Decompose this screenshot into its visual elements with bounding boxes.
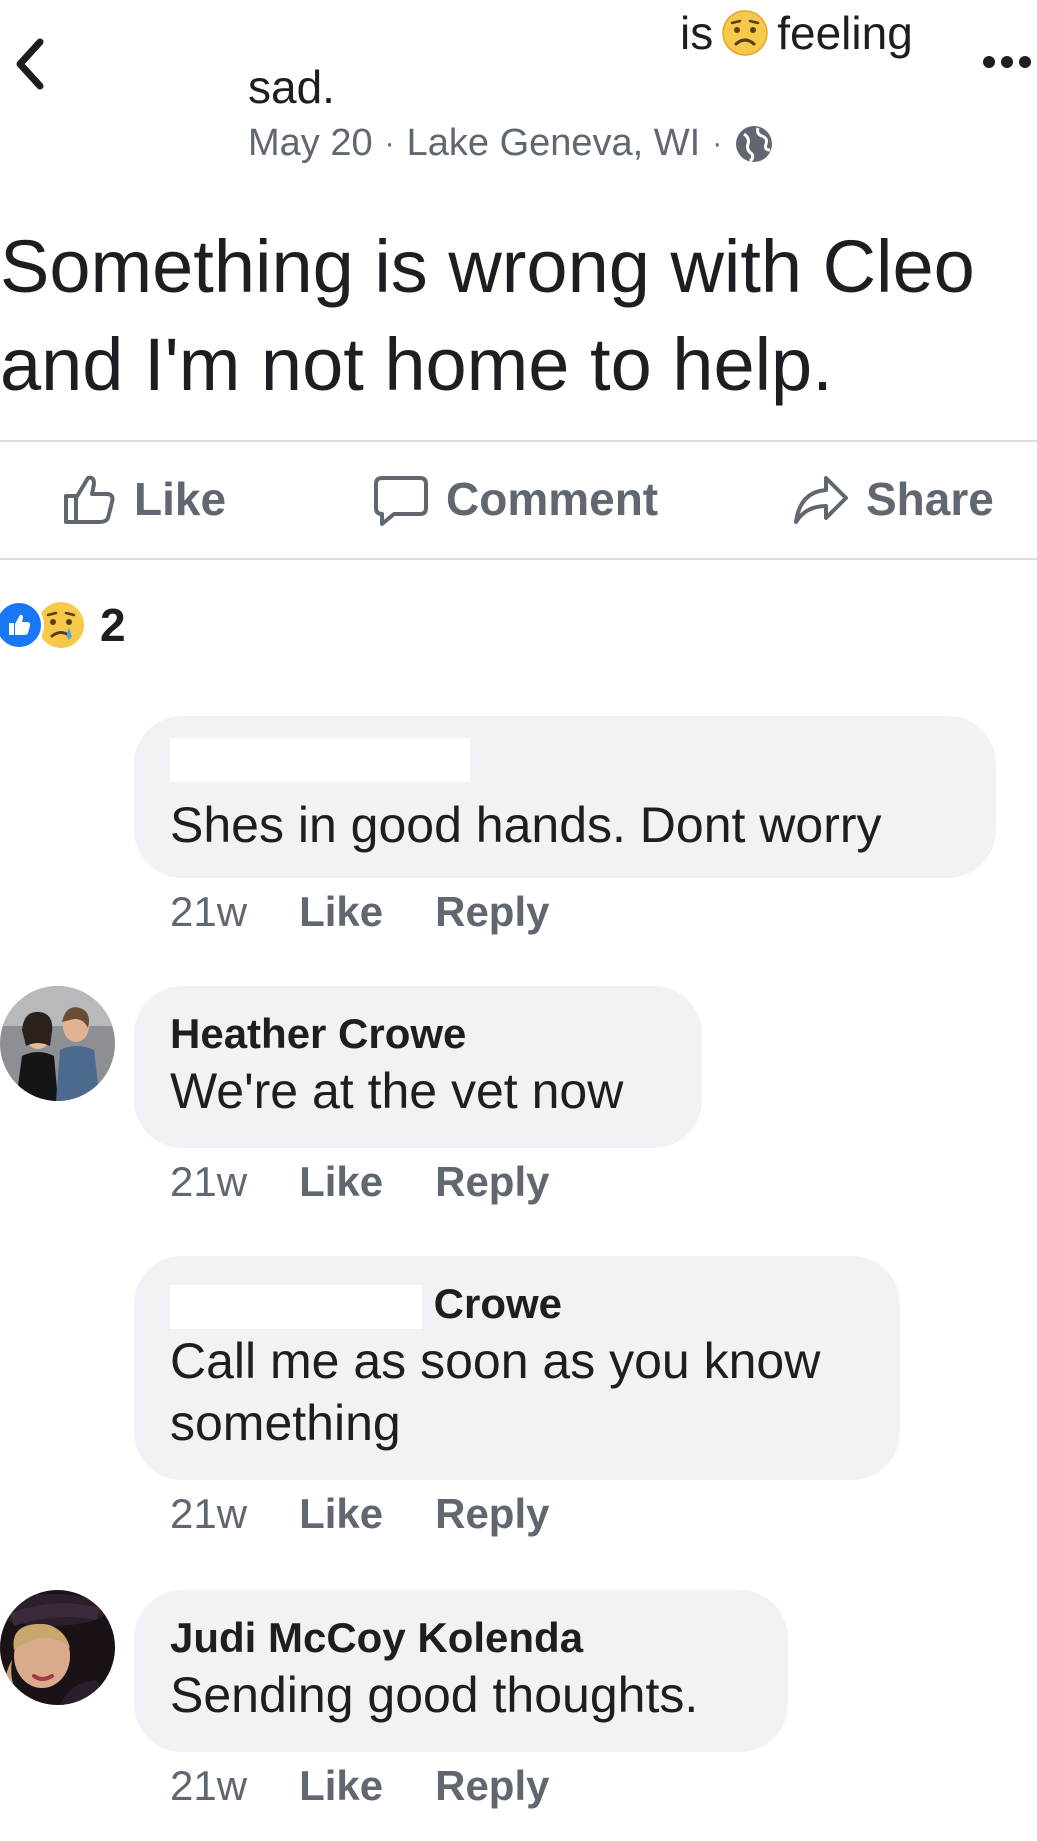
comment-text: Shes in good hands. Dont worry <box>170 797 882 853</box>
comment-meta: 21w Like Reply <box>170 1490 549 1538</box>
thumbs-up-icon <box>64 475 115 524</box>
comment-like-link[interactable]: Like <box>299 888 383 936</box>
comment-time[interactable]: 21w <box>170 1490 247 1538</box>
comment-time[interactable]: 21w <box>170 1158 247 1206</box>
comment-reply-link[interactable]: Reply <box>435 888 549 936</box>
comment-reply-link[interactable]: Reply <box>435 1158 549 1206</box>
comment-text: Call me as soon as you know something <box>170 1333 821 1451</box>
like-label: Like <box>134 473 227 525</box>
comment-like-link[interactable]: Like <box>299 1762 383 1810</box>
globe-icon[interactable] <box>734 124 774 164</box>
feeling-status: is feeling <box>680 6 913 60</box>
comment-button[interactable]: Comment <box>372 442 658 556</box>
comment-reply-link[interactable]: Reply <box>435 1762 549 1810</box>
avatar[interactable] <box>0 986 115 1101</box>
post-date[interactable]: May 20 <box>248 122 373 165</box>
comment-bubble[interactable]: Heather Crowe We're at the vet now <box>134 986 702 1148</box>
comment-text: Sending good thoughts. <box>170 1667 699 1723</box>
comment-time[interactable]: 21w <box>170 1762 247 1810</box>
comment-reply-link[interactable]: Reply <box>435 1490 549 1538</box>
comment-bubble-icon <box>374 476 428 526</box>
comment-text: We're at the vet now <box>170 1063 624 1119</box>
reactions-summary[interactable]: 2 <box>0 598 126 652</box>
comment-author[interactable] <box>170 738 960 794</box>
redacted-name <box>170 1284 422 1329</box>
comment-author[interactable]: Judi McCoy Kolenda <box>170 1612 752 1664</box>
meta-separator: · <box>712 126 723 160</box>
comment-time[interactable]: 21w <box>170 888 247 936</box>
comment-author[interactable]: Crowe <box>170 1278 864 1330</box>
more-options-button[interactable] <box>977 40 1037 84</box>
comment-meta: 21w Like Reply <box>170 1762 549 1810</box>
share-label: Share <box>866 473 994 525</box>
comment-label: Comment <box>446 473 659 525</box>
status-feeling: feeling <box>777 7 913 59</box>
comment-meta: 21w Like Reply <box>170 888 549 936</box>
sad-face-icon <box>722 10 768 56</box>
reaction-count: 2 <box>100 599 126 651</box>
status-is: is <box>680 7 714 59</box>
share-button[interactable]: Share <box>792 442 994 556</box>
comment-bubble[interactable]: Shes in good hands. Dont worry <box>134 716 996 878</box>
comment-bubble[interactable]: Judi McCoy Kolenda Sending good thoughts… <box>134 1590 788 1752</box>
comment-meta: 21w Like Reply <box>170 1158 549 1206</box>
redacted-name <box>170 738 470 782</box>
post-actions: Like Comment Share <box>0 442 1037 556</box>
back-button[interactable] <box>10 36 50 92</box>
comment-like-link[interactable]: Like <box>299 1158 383 1206</box>
like-button[interactable]: Like <box>60 442 226 556</box>
more-dots-icon <box>983 56 1031 68</box>
status-mood: sad. <box>248 61 335 113</box>
avatar[interactable] <box>0 1590 115 1705</box>
meta-separator: · <box>384 126 395 160</box>
post-text: Something is wrong with Cleo and I'm not… <box>0 225 975 406</box>
share-arrow-icon <box>794 476 848 524</box>
comment-author[interactable]: Heather Crowe <box>170 1008 666 1060</box>
chevron-left-icon <box>16 38 44 90</box>
comment-like-link[interactable]: Like <box>299 1490 383 1538</box>
divider <box>0 558 1037 560</box>
post-location[interactable]: Lake Geneva, WI <box>407 122 701 165</box>
post-meta: May 20 · Lake Geneva, WI · <box>248 122 774 165</box>
comment-bubble[interactable]: Crowe Call me as soon as you know someth… <box>134 1256 900 1480</box>
